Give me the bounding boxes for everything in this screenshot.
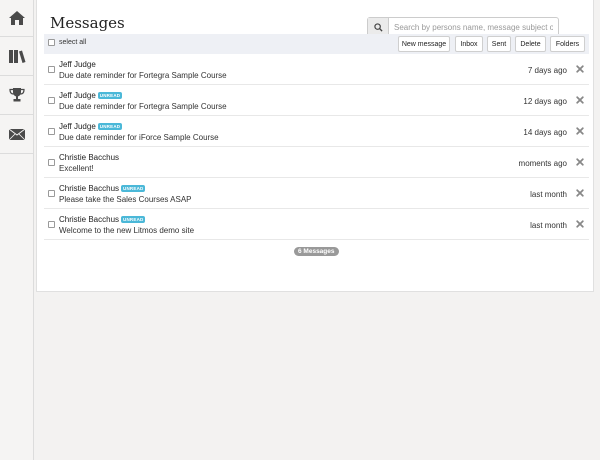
message-sender: Jeff Judge UNREAD bbox=[59, 122, 123, 131]
message-subject: Due date reminder for iForce Sample Cour… bbox=[59, 133, 219, 142]
delete-button[interactable]: Delete bbox=[515, 36, 546, 52]
page-title: Messages bbox=[50, 14, 125, 32]
message-time: 12 days ago bbox=[523, 97, 567, 106]
select-all-label: select all bbox=[59, 39, 87, 46]
message-row[interactable]: Christie Bacchus UNREAD Please take the … bbox=[44, 178, 589, 209]
unread-badge: UNREAD bbox=[121, 216, 146, 223]
message-toolbar: select all New message Inbox Sent Delete… bbox=[44, 34, 589, 54]
message-subject: Excellent! bbox=[59, 164, 94, 173]
message-checkbox[interactable] bbox=[48, 66, 55, 73]
message-checkbox[interactable] bbox=[48, 221, 55, 228]
close-icon[interactable] bbox=[576, 189, 584, 197]
sender-name: Christie Bacchus bbox=[59, 184, 120, 193]
message-subject: Due date reminder for Fortegra Sample Co… bbox=[59, 102, 227, 111]
trophy-icon bbox=[9, 88, 25, 102]
message-time: 7 days ago bbox=[527, 66, 567, 75]
close-icon[interactable] bbox=[576, 220, 584, 228]
books-icon bbox=[9, 50, 26, 63]
inbox-button[interactable]: Inbox bbox=[455, 36, 483, 52]
message-sender: Christie Bacchus bbox=[59, 153, 119, 162]
message-time: last month bbox=[530, 221, 567, 230]
select-all-checkbox[interactable] bbox=[48, 39, 55, 46]
message-time: moments ago bbox=[518, 159, 567, 168]
message-checkbox[interactable] bbox=[48, 128, 55, 135]
close-icon[interactable] bbox=[576, 158, 584, 166]
sidebar-item-home[interactable] bbox=[0, 0, 34, 37]
message-row[interactable]: Jeff Judge UNREAD Due date reminder for … bbox=[44, 85, 589, 116]
message-count-badge: 6 Messages bbox=[294, 247, 339, 256]
message-row[interactable]: Jeff Judge UNREAD Due date reminder for … bbox=[44, 116, 589, 147]
message-row[interactable]: Jeff Judge Due date reminder for Fortegr… bbox=[44, 54, 589, 85]
close-icon[interactable] bbox=[576, 65, 584, 73]
message-sender: Christie Bacchus UNREAD bbox=[59, 215, 146, 224]
new-message-button[interactable]: New message bbox=[398, 36, 450, 52]
sender-name: Jeff Judge bbox=[59, 60, 96, 69]
message-sender: Jeff Judge bbox=[59, 60, 96, 69]
home-icon bbox=[9, 11, 25, 25]
close-icon[interactable] bbox=[576, 96, 584, 104]
message-checkbox[interactable] bbox=[48, 190, 55, 197]
message-subject: Please take the Sales Courses ASAP bbox=[59, 195, 192, 204]
messages-panel: Messages select all New message Inbox Se… bbox=[36, 0, 594, 292]
message-sender: Christie Bacchus UNREAD bbox=[59, 184, 146, 193]
unread-badge: UNREAD bbox=[121, 185, 146, 192]
sidebar-item-achievements[interactable] bbox=[0, 76, 34, 115]
sender-name: Jeff Judge bbox=[59, 91, 96, 100]
unread-badge: UNREAD bbox=[97, 123, 123, 130]
message-checkbox[interactable] bbox=[48, 159, 55, 166]
sent-button[interactable]: Sent bbox=[487, 36, 511, 52]
close-icon[interactable] bbox=[576, 127, 584, 135]
message-subject: Welcome to the new Litmos demo site bbox=[59, 226, 195, 235]
message-list: Jeff Judge Due date reminder for Fortegr… bbox=[44, 54, 589, 240]
sidebar bbox=[0, 0, 34, 460]
unread-badge: UNREAD bbox=[97, 92, 123, 99]
folders-button[interactable]: Folders bbox=[550, 36, 585, 52]
message-row[interactable]: Christie Bacchus Excellent! moments ago bbox=[44, 147, 589, 178]
select-all[interactable]: select all bbox=[48, 39, 86, 46]
sender-name: Christie Bacchus bbox=[59, 153, 120, 162]
sender-name: Christie Bacchus bbox=[59, 215, 120, 224]
message-sender: Jeff Judge UNREAD bbox=[59, 91, 123, 100]
message-time: 14 days ago bbox=[523, 128, 567, 137]
message-row[interactable]: Christie Bacchus UNREAD Welcome to the n… bbox=[44, 209, 589, 240]
sender-name: Jeff Judge bbox=[59, 122, 96, 131]
message-subject: Due date reminder for Fortegra Sample Co… bbox=[59, 71, 227, 80]
message-time: last month bbox=[530, 190, 567, 199]
mail-icon bbox=[8, 128, 26, 141]
sidebar-item-library[interactable] bbox=[0, 37, 34, 76]
message-checkbox[interactable] bbox=[48, 97, 55, 104]
sidebar-item-messages[interactable] bbox=[0, 115, 34, 154]
search-icon bbox=[373, 22, 383, 32]
